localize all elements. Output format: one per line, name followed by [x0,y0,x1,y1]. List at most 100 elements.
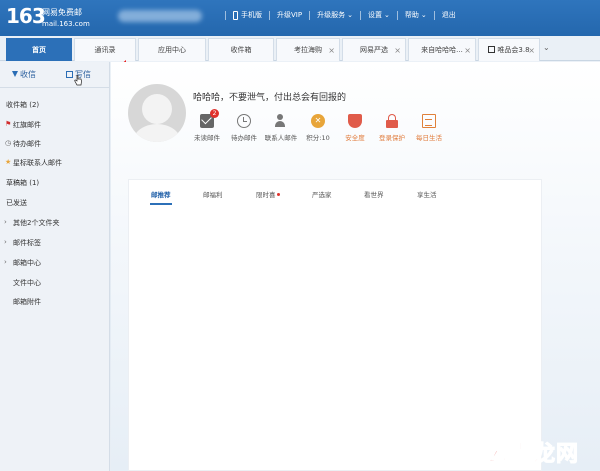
folder-file-center[interactable]: 文件中心 [0,278,110,292]
content-tab-limited[interactable]: 限时喜 [256,189,280,199]
quick-points[interactable]: 积分:10 [298,114,338,142]
close-icon[interactable]: × [528,39,535,62]
chevron-down-icon[interactable]: ⌄ [543,43,550,52]
tab-label: 来自哈哈哈... [421,46,463,54]
download-icon [12,71,18,77]
logo-title: 网易免费邮 [42,8,82,17]
quick-label: 每日生活 [416,134,442,142]
nav-mobile-link[interactable]: 手机版 [241,10,262,20]
chevron-right-icon: › [4,218,7,226]
folder-attachments[interactable]: 邮箱附件 [0,297,110,311]
chevron-right-icon: › [4,238,7,246]
folder-flagged[interactable]: ⚑ 红旗邮件 [0,120,110,134]
tab-label: 应用中心 [158,46,186,54]
chevron-right-icon: › [4,258,7,266]
tab-kaola[interactable]: 考拉海购 × [276,38,340,61]
content-tab-world[interactable]: 看世界 [364,189,384,199]
folder-label: 文件中心 [13,279,41,287]
quick-label: 登录保护 [379,134,405,142]
tab-label: 收件箱 [230,46,252,54]
clock-icon: ◷ [5,139,12,147]
unread-badge: 2 [210,109,219,118]
quick-todo-mail[interactable]: 待办邮件 [224,114,264,142]
recommend-panel: 邮推荐 邮福利 限时喜 严选家 看世界 享生活 [128,179,542,471]
chevron-down-icon: ⌄ [347,11,353,19]
content-tab-welfare[interactable]: 邮福利 [203,189,223,199]
quick-label: 待办邮件 [231,134,257,142]
quick-contact-mail[interactable]: 联系人邮件 [261,114,301,142]
quick-label: 联系人邮件 [264,134,298,142]
nav-divider [225,10,226,20]
folder-inbox[interactable]: 收件箱 (2) [0,100,110,114]
close-icon[interactable]: × [464,39,471,62]
star-contact-icon [274,114,288,128]
tab-vip-shop[interactable]: 唯品会3.8 × [478,38,540,61]
nav-logout-link[interactable]: 退出 [442,10,456,20]
top-bar: 163 网易免费邮 mail.163.com 手机版 升级VIP 升级服务 ⌄ 设… [0,0,600,36]
nav-divider [433,10,435,20]
new-dot-icon [276,193,280,196]
folder-todo[interactable]: ◷ 待办邮件 [0,139,110,153]
folder-drafts[interactable]: 草稿箱 (1) [0,178,110,192]
sidebar: 收信 写信 收件箱 (2) ⚑ 红旗邮件 ◷ 待办邮件 ★ 星标联系人邮件 草稿… [0,62,110,471]
shield-icon [348,114,362,128]
content-tab-life[interactable]: 享生活 [417,189,437,199]
folder-label: 邮箱附件 [13,298,41,306]
folder-sent[interactable]: 已发送 [0,198,110,212]
tab-inbox[interactable]: 收件箱 [208,38,274,61]
star-icon: ★ [5,158,12,166]
quick-daily-life[interactable]: 每日生活 [409,114,449,142]
quick-security[interactable]: 安全度 [335,114,375,142]
tab-label: 首页 [32,46,46,54]
chevron-down-icon: ⌄ [420,11,427,19]
write-icon [66,71,73,78]
nav-divider [359,10,361,20]
nav-help-link[interactable]: 帮助 [405,10,419,20]
folder-label: 邮箱中心 [13,259,41,267]
folder-label: 待办邮件 [13,140,41,148]
folder-other-folders[interactable]: › 其他2个文件夹 [0,218,110,232]
compose-bar: 收信 写信 [0,62,110,88]
quick-unread-mail[interactable]: 2 未读邮件 [187,109,227,142]
tab-home[interactable]: 首页 [6,38,72,61]
greeting-text: 哈哈哈，不要泄气，付出总会有回报的 [193,93,347,103]
content-tab-recommend[interactable]: 邮推荐 [151,189,171,199]
hand-cursor-icon [74,75,82,86]
folder-starred-contacts[interactable]: ★ 星标联系人邮件 [0,158,110,172]
folder-mail-tags[interactable]: › 邮件标签 [0,238,110,252]
nav-divider [309,10,311,20]
tab-from-hahaha[interactable]: 来自哈哈哈... × [408,38,476,61]
folder-mail-center[interactable]: › 邮箱中心 [0,258,110,272]
folder-label: 其他2个文件夹 [13,219,60,227]
folder-label: 收件箱 (2) [6,101,40,109]
logo-number[interactable]: 163 [6,4,46,28]
points-icon [311,114,325,128]
tab-label: 通讯录 [94,46,116,54]
close-icon[interactable]: × [394,39,401,62]
nav-divider [269,10,270,20]
content-tab-label: 限时喜 [256,191,276,199]
folder-label: 邮件标签 [13,239,41,247]
quick-label: 安全度 [345,134,365,142]
lock-icon [385,114,399,128]
watermark-text: 云南龙网 [487,442,580,468]
quick-label: 积分:10 [306,134,330,142]
tab-label: 考拉海购 [294,46,322,54]
calendar-icon [422,114,436,128]
avatar[interactable] [128,84,186,142]
nav-upgrade-vip-link[interactable]: 升级VIP [277,10,302,20]
quick-login-protection[interactable]: 登录保护 [372,114,412,142]
red-flag-icon: ⚑ [5,120,12,128]
nav-divider [396,10,398,20]
receive-label: 收信 [20,70,36,79]
chevron-down-icon: ⌄ [383,11,390,19]
nav-settings-link[interactable]: 设置 [368,10,382,20]
receive-button[interactable]: 收信 [12,69,36,80]
folder-label: 星标联系人邮件 [13,159,62,167]
tab-yanxuan[interactable]: 网易严选 × [342,38,406,61]
nav-upgrade-service-link[interactable]: 升级服务 [317,10,345,20]
account-name-blurred[interactable] [118,10,202,22]
content-tab-yanxuan[interactable]: 严选家 [312,189,332,199]
tab-bar: 首页 通讯录 应用中心 收件箱 考拉海购 × 网易严选 × 来自哈哈哈... ×… [0,36,600,61]
close-icon[interactable]: × [328,39,335,62]
